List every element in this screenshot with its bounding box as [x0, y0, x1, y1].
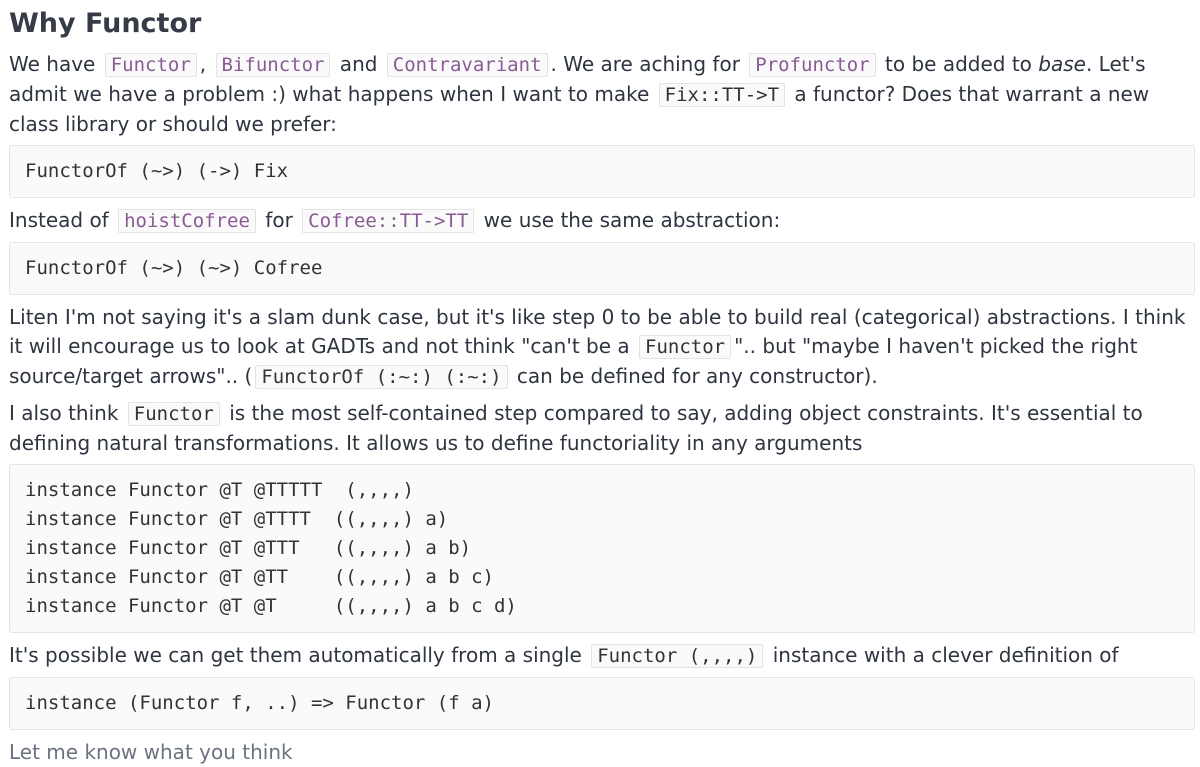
- inline-code: Cofree::TT->TT: [302, 209, 475, 233]
- text: for: [258, 208, 300, 232]
- inline-code: Functor: [104, 53, 197, 77]
- inline-code: Functor: [639, 335, 732, 359]
- paragraph-self-contained: I also think Functor is the most self-co…: [9, 399, 1195, 458]
- inline-code: Contravariant: [386, 53, 548, 77]
- inline-code: Fix::TT->T: [658, 83, 786, 107]
- inline-code: Profunctor: [749, 53, 876, 77]
- code-block: FunctorOf (~>) (~>) Cofree: [9, 242, 1195, 295]
- text: and: [333, 52, 384, 76]
- code-block: instance (Functor f, ..) => Functor (f a…: [9, 677, 1195, 730]
- paragraph-intro: We have Functor, Bifunctor and Contravar…: [9, 50, 1195, 139]
- code-block: FunctorOf (~>) (->) Fix: [9, 145, 1195, 198]
- text: can be defined for any constructor).: [510, 364, 878, 388]
- inline-code: FunctorOf (:~:) (:~:): [255, 365, 508, 389]
- paragraph-automatic: It's possible we can get them automatica…: [9, 641, 1195, 671]
- paragraph-closing: Let me know what you think: [9, 740, 293, 764]
- paragraph-argument: Liten I'm not saying it's a slam dunk ca…: [9, 303, 1195, 392]
- text: instance with a clever definition of: [766, 643, 1119, 667]
- text: I also think: [9, 401, 125, 425]
- text: It's possible we can get them automatica…: [9, 643, 589, 667]
- inline-code: Bifunctor: [215, 53, 331, 77]
- emphasis: base: [1038, 52, 1086, 76]
- text: We have: [9, 52, 102, 76]
- text: ,: [199, 52, 213, 76]
- inline-code: Functor: [127, 402, 220, 426]
- text: we use the same abstraction:: [477, 208, 781, 232]
- inline-code: hoistCofree: [118, 209, 256, 233]
- section-heading: Why Functor: [9, 8, 202, 39]
- paragraph-cofree: Instead of hoistCofree for Cofree::TT->T…: [9, 206, 1195, 236]
- text: to be added to: [878, 52, 1039, 76]
- text: . We are aching for: [550, 52, 747, 76]
- inline-code: Functor (,,,,): [591, 644, 764, 668]
- text: Instead of: [9, 208, 116, 232]
- code-block: instance Functor @T @TTTTT (,,,,) instan…: [9, 464, 1195, 633]
- post-body: Why Functor We have Functor, Bifunctor a…: [0, 0, 1195, 767]
